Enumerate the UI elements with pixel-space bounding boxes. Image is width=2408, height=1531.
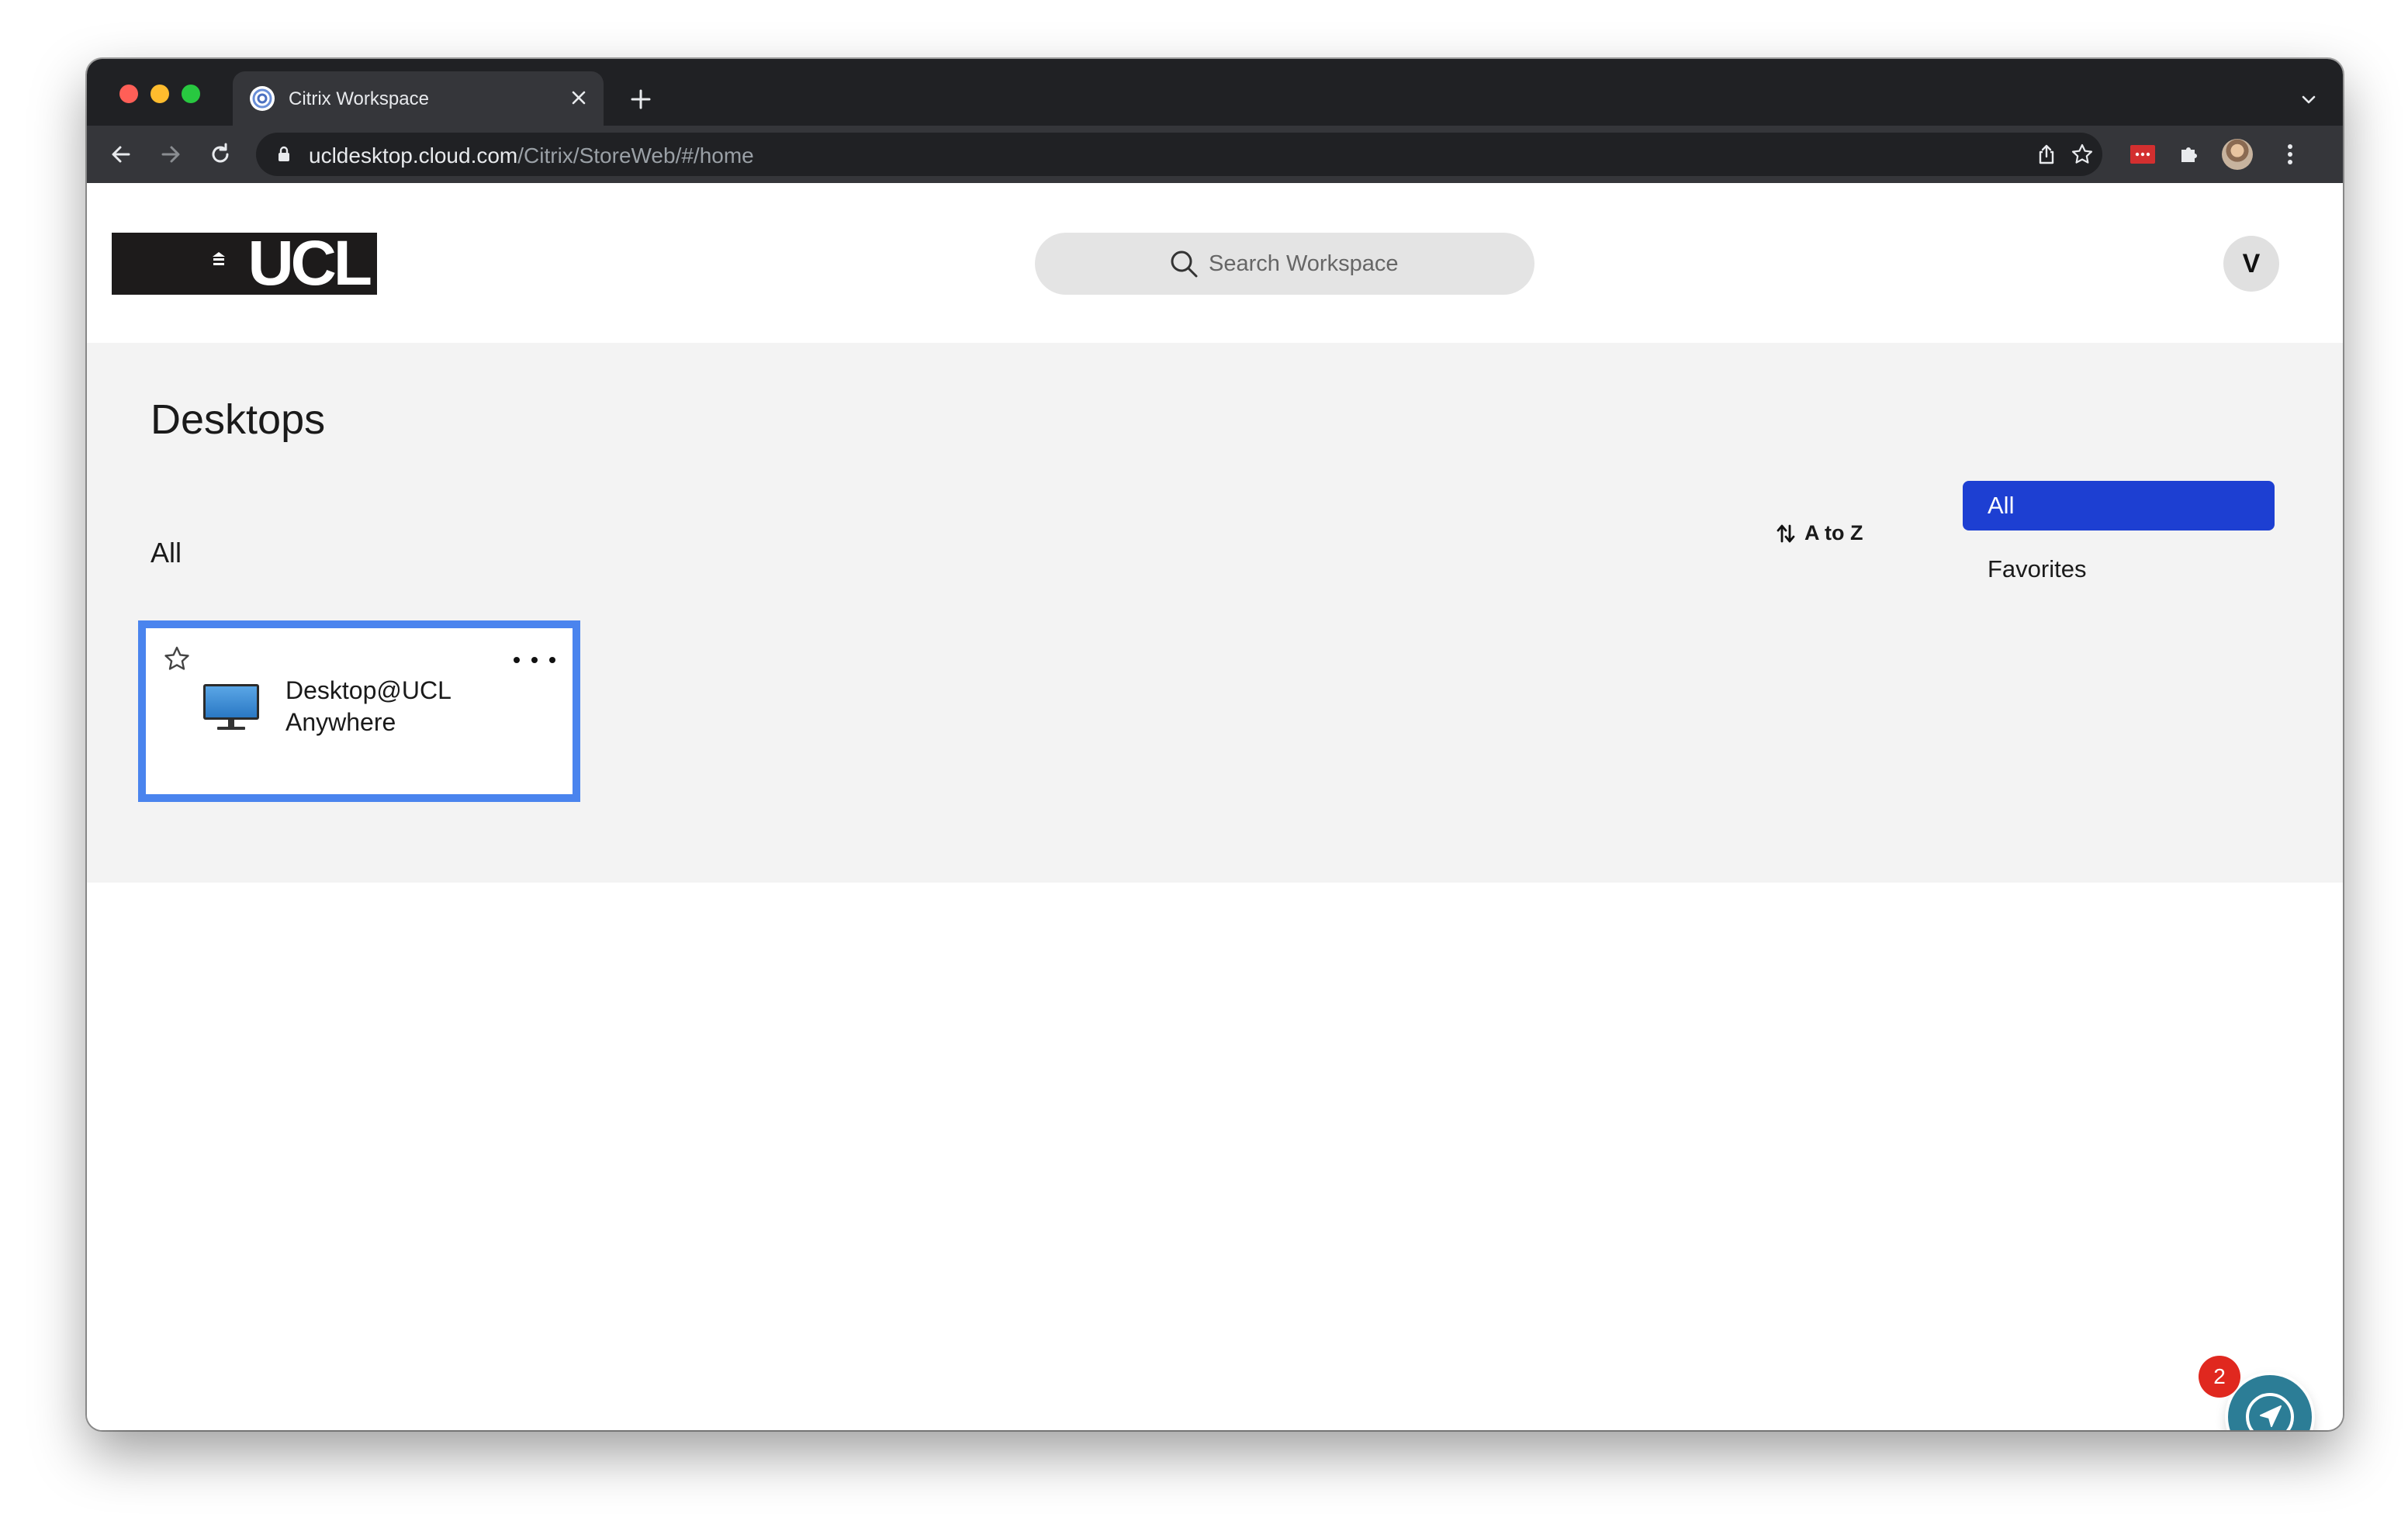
bookmark-star-icon[interactable] — [2068, 140, 2096, 168]
citrix-favicon-icon — [250, 86, 275, 111]
monitor-icon — [203, 684, 259, 730]
more-options-icon[interactable] — [514, 648, 555, 672]
url-text: ucldesktop.cloud.com/Citrix/StoreWeb/#/h… — [309, 143, 754, 168]
extensions-puzzle-icon[interactable] — [2172, 137, 2206, 171]
sort-arrows-icon — [1777, 524, 1795, 542]
browser-window: Citrix Workspace ucldesktop.cloud.com/Ci… — [87, 59, 2343, 1430]
filter-favorites[interactable]: Favorites — [1988, 555, 2086, 583]
filter-all-label: All — [1988, 492, 2015, 519]
notification-badge: 2 — [2199, 1356, 2240, 1398]
user-avatar[interactable]: V — [2223, 236, 2279, 292]
url-host: ucldesktop.cloud.com — [309, 143, 518, 168]
tab-strip: Citrix Workspace — [87, 59, 2343, 126]
sort-label: A to Z — [1804, 521, 1863, 544]
maximize-window-button[interactable] — [182, 85, 200, 103]
desktop-name: Desktop@UCL Anywhere — [285, 675, 495, 738]
guided-help-button[interactable] — [2228, 1375, 2312, 1430]
minimize-window-button[interactable] — [150, 85, 169, 103]
back-arrow-icon[interactable] — [104, 137, 138, 171]
new-tab-icon[interactable] — [625, 84, 656, 115]
navigation-arrow-icon — [2246, 1393, 2294, 1430]
close-window-button[interactable] — [119, 85, 138, 103]
search-input[interactable]: Search Workspace — [1035, 233, 1534, 295]
url-path: /Citrix/StoreWeb/#/home — [517, 143, 754, 168]
lock-icon[interactable] — [275, 145, 293, 164]
workspace-header: UCL Search Workspace V — [87, 183, 2343, 344]
password-manager-extension-icon[interactable] — [2126, 137, 2160, 171]
address-bar[interactable]: ucldesktop.cloud.com/Citrix/StoreWeb/#/h… — [256, 133, 2102, 176]
browser-toolbar: ucldesktop.cloud.com/Citrix/StoreWeb/#/h… — [87, 126, 2343, 183]
filter-all[interactable]: All — [1963, 481, 2275, 530]
browser-menu-icon[interactable] — [2273, 137, 2307, 171]
reload-icon[interactable] — [203, 137, 237, 171]
desktop-name-line1: Desktop@UCL — [285, 676, 452, 704]
section-label: All — [150, 537, 182, 569]
tab-title: Citrix Workspace — [289, 88, 429, 109]
page-title: Desktops — [150, 396, 326, 443]
workspace-page: UCL Search Workspace V Desktops All A to… — [87, 183, 2343, 1430]
profile-avatar[interactable] — [2222, 139, 2253, 170]
search-placeholder: Search Workspace — [1209, 251, 1399, 276]
share-icon[interactable] — [2033, 140, 2060, 168]
favorite-star-icon[interactable] — [163, 645, 191, 673]
desktop-name-line2: Anywhere — [285, 708, 396, 736]
search-icon — [1171, 251, 1198, 278]
ucl-logo[interactable]: UCL — [112, 228, 377, 299]
desktops-section: Desktops All A to Z All Favorites Deskto… — [87, 343, 2343, 883]
chevron-down-icon[interactable] — [2293, 84, 2324, 115]
forward-arrow-icon[interactable] — [154, 137, 188, 171]
portico-icon — [213, 252, 225, 265]
desktop-card[interactable]: Desktop@UCL Anywhere — [138, 620, 580, 802]
tab-close-icon[interactable] — [565, 84, 593, 112]
logo-text: UCL — [247, 228, 372, 299]
tab-citrix-workspace[interactable]: Citrix Workspace — [233, 71, 604, 126]
sort-button[interactable]: A to Z — [1775, 521, 1863, 545]
